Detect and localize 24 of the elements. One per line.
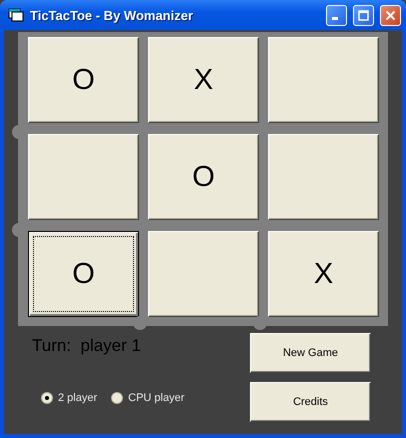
radio-label: CPU player [128,392,184,404]
minimize-icon [332,16,338,20]
board-cell[interactable] [268,134,379,220]
close-icon [385,10,396,20]
board-cell[interactable] [148,231,259,317]
radio-label: 2 player [58,392,98,404]
turn-label: Turn: player 1 [32,336,142,356]
window-title: TicTacToe - By Womanizer [30,8,194,22]
board-cell[interactable]: O [148,134,259,220]
board-cell[interactable]: X [148,37,259,123]
radio-button[interactable] [41,392,53,404]
maximize-icon [358,10,369,20]
app-icon [8,8,24,22]
push-button[interactable]: Credits [250,382,371,422]
board-cell[interactable] [268,37,379,123]
push-button[interactable]: New Game [250,333,371,373]
board-cell[interactable]: X [268,231,379,317]
close-button[interactable] [380,4,401,26]
radio-button[interactable] [111,392,124,404]
minimize-button[interactable] [326,4,347,26]
board-cell[interactable] [28,134,139,220]
board-cell[interactable]: O [28,37,139,123]
board-cell[interactable]: O [28,231,139,317]
maximize-button[interactable] [353,4,374,26]
